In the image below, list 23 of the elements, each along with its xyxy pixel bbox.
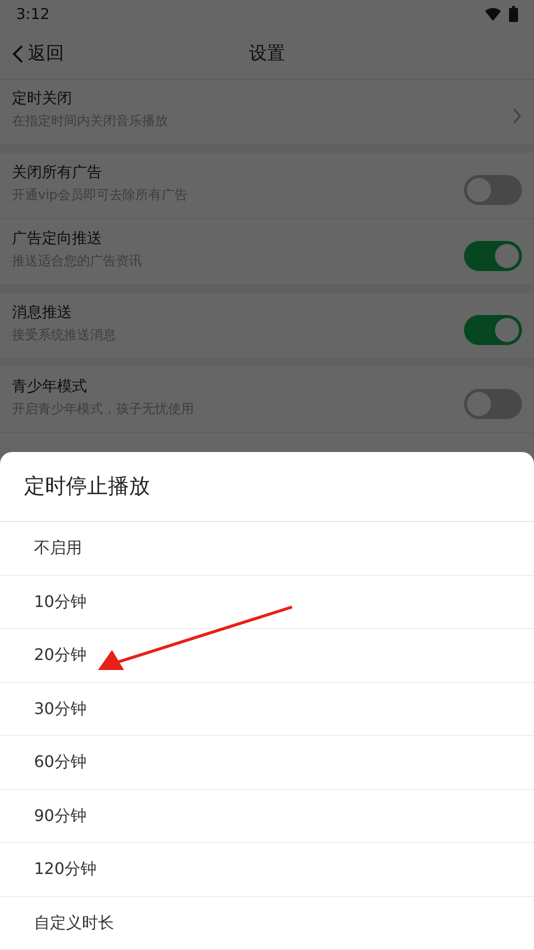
option-item[interactable]: 10分钟 [0, 576, 534, 629]
option-item[interactable]: 自定义时长 [0, 896, 534, 950]
row-title: 关闭所有广告 [12, 162, 103, 182]
battery-icon [509, 6, 518, 22]
row-title: 定时关闭 [12, 88, 73, 108]
wifi-icon [485, 8, 501, 20]
option-item[interactable]: 120分钟 [0, 843, 534, 896]
option-item[interactable]: 90分钟 [0, 790, 534, 843]
sheet-title: 定时停止播放 [24, 472, 150, 500]
page-title: 设置 [249, 42, 285, 66]
row-title: 青少年模式 [12, 376, 88, 396]
toggle-switch[interactable] [464, 315, 522, 345]
row-title: 消息推送 [12, 302, 73, 322]
toggle-switch[interactable] [464, 241, 522, 271]
option-item[interactable]: 30分钟 [0, 682, 534, 736]
row-title: 广告定向推送 [12, 228, 103, 248]
toggle-switch[interactable] [464, 389, 522, 419]
toggle-switch[interactable] [464, 175, 522, 205]
chevron-left-icon [12, 44, 24, 64]
chevron-right-icon [512, 107, 522, 125]
option-item[interactable]: 60分钟 [0, 736, 534, 790]
status-time: 3:12 [16, 4, 50, 25]
option-item[interactable]: 不启用 [0, 522, 534, 576]
